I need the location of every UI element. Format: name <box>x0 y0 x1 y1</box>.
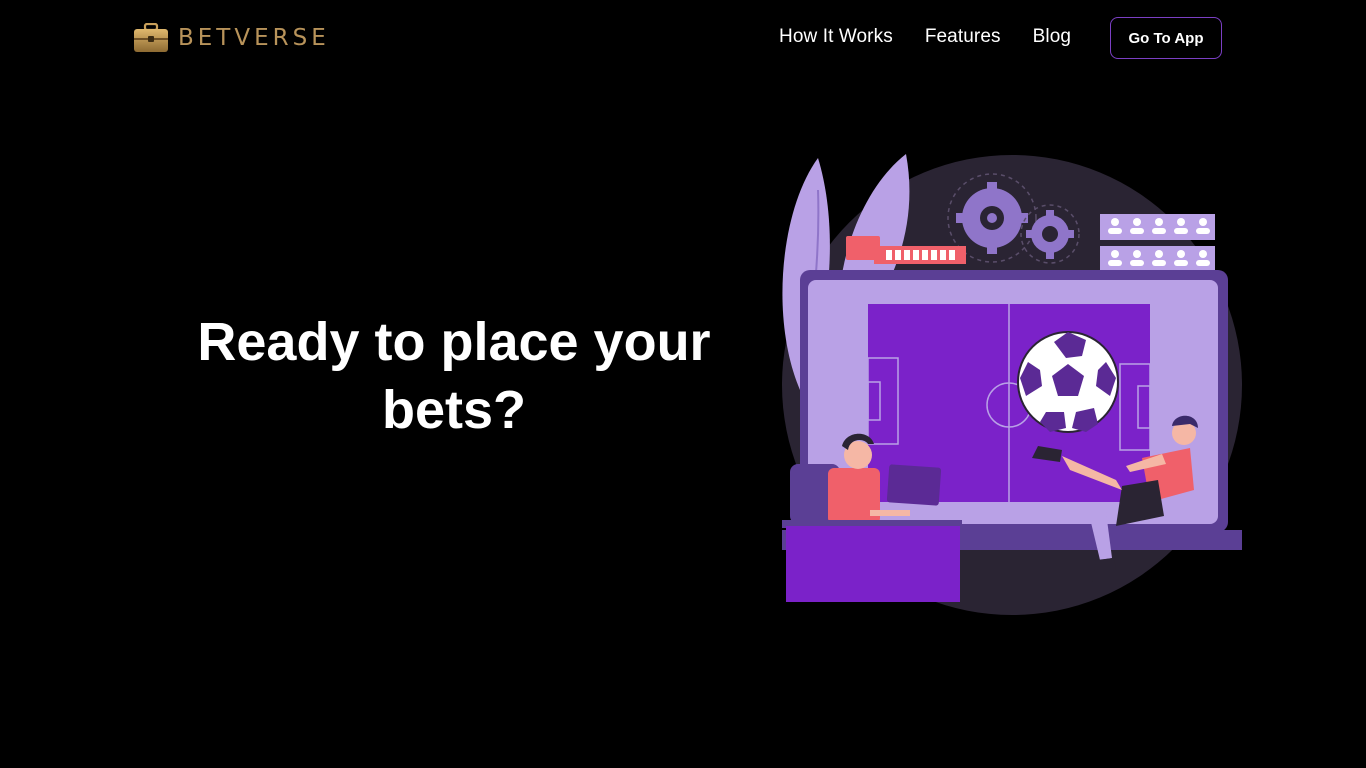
nav-link-features[interactable]: Features <box>925 24 1001 50</box>
go-to-app-button[interactable]: Go To App <box>1110 17 1222 59</box>
page: BETVERSE How It Works Features Blog Go T… <box>0 0 1366 768</box>
briefcase-icon <box>134 23 168 52</box>
nav-link-blog[interactable]: Blog <box>1033 24 1071 50</box>
hero-title: Ready to place your bets? <box>197 312 711 440</box>
navbar: BETVERSE How It Works Features Blog Go T… <box>0 0 1366 76</box>
soccer-ball-icon <box>1017 331 1119 433</box>
football-betting-illustration <box>782 154 1242 615</box>
brand-logo[interactable]: BETVERSE <box>133 23 330 53</box>
nav-link-how-it-works[interactable]: How It Works <box>779 24 893 50</box>
brand-name: BETVERSE <box>178 25 330 51</box>
nav-menu: How It Works Features Blog <box>779 24 1071 50</box>
